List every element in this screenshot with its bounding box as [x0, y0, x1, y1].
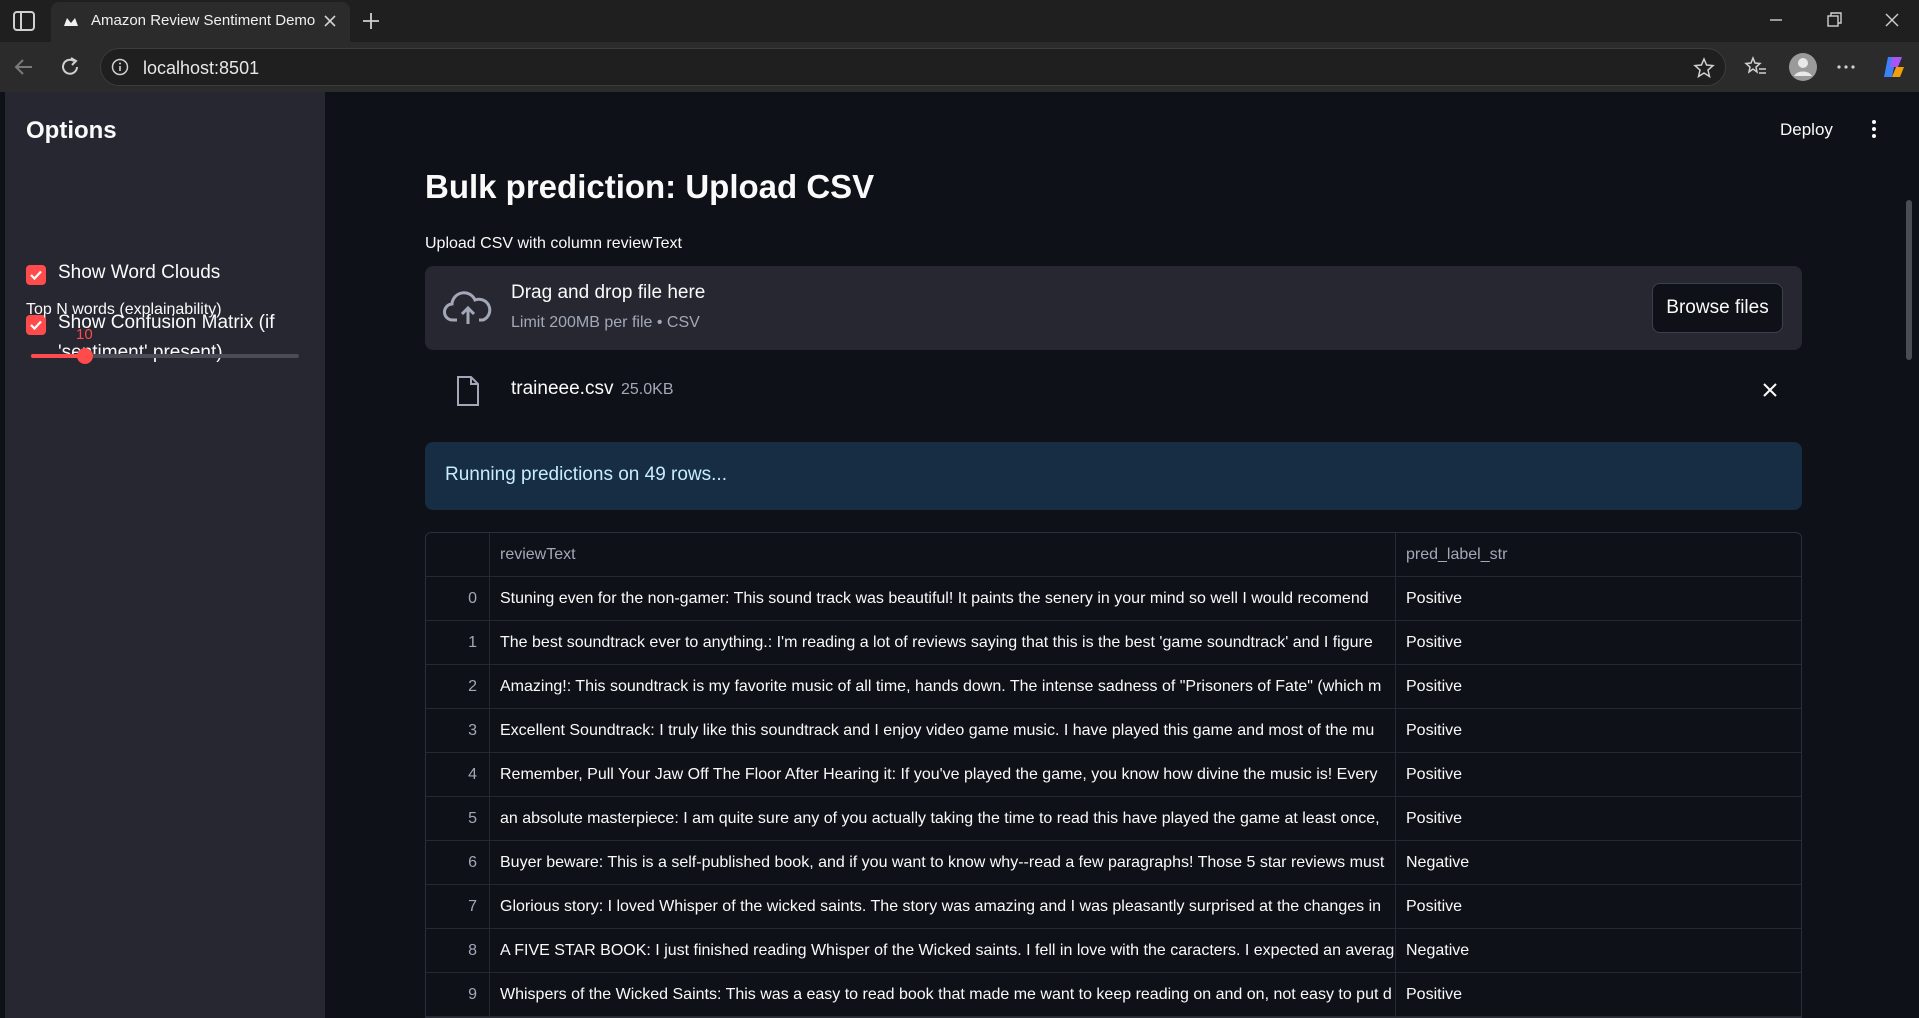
address-bar[interactable]: localhost:8501 [100, 48, 1726, 86]
row-index: 8 [426, 929, 490, 973]
table-row[interactable]: 0 Stuning even for the non-gamer: This s… [426, 577, 1801, 621]
checkbox-checked-icon[interactable] [26, 265, 46, 285]
browse-files-button[interactable]: Browse files [1652, 283, 1783, 333]
review-text-cell[interactable]: Amazing!: This soundtrack is my favorite… [490, 665, 1396, 709]
more-options-icon[interactable] [1834, 55, 1858, 79]
review-text-cell[interactable]: Remember, Pull Your Jaw Off The Floor Af… [490, 753, 1396, 797]
browser-toolbar: localhost:8501 [0, 42, 1919, 92]
table-row[interactable]: 5 an absolute masterpiece: I am quite su… [426, 797, 1801, 841]
remove-file-icon[interactable] [1760, 380, 1780, 400]
pred-label-cell[interactable]: Positive [1396, 885, 1801, 929]
new-tab-icon[interactable] [360, 10, 382, 32]
row-index: 1 [426, 621, 490, 665]
tab-title: Amazon Review Sentiment Demo [91, 12, 316, 29]
pred-label-cell[interactable]: Positive [1396, 973, 1801, 1017]
copilot-icon[interactable] [1880, 53, 1908, 81]
show-confusion-matrix-checkbox[interactable]: Show Confusion Matrix (if 'sentiment' pr… [26, 312, 288, 368]
profile-avatar-icon[interactable] [1788, 52, 1818, 82]
sidebar [5, 92, 325, 1018]
table-row[interactable]: 1 The best soundtrack ever to anything.:… [426, 621, 1801, 665]
uploader-label: Upload CSV with column reviewText [425, 235, 682, 252]
review-text-cell[interactable]: Buyer beware: This is a self-published b… [490, 841, 1396, 885]
predictions-dataframe[interactable]: reviewText pred_label_str 0 Stuning even… [425, 532, 1802, 1018]
table-row[interactable]: 2 Amazing!: This soundtrack is my favori… [426, 665, 1801, 709]
main-menu-icon[interactable] [1868, 118, 1880, 140]
slider-thumb[interactable] [76, 348, 93, 364]
sidebar-title: Options [26, 117, 117, 144]
slider-label: Top N words (explainability) [26, 301, 222, 318]
site-info-icon[interactable] [111, 58, 129, 76]
close-tab-icon[interactable] [322, 13, 338, 29]
row-index: 6 [426, 841, 490, 885]
review-text-cell[interactable]: an absolute masterpiece: I am quite sure… [490, 797, 1396, 841]
favorites-icon[interactable] [1744, 55, 1768, 79]
row-index: 0 [426, 577, 490, 621]
row-index: 3 [426, 709, 490, 753]
column-header-reviewtext[interactable]: reviewText [490, 533, 1396, 577]
table-row[interactable]: 4 Remember, Pull Your Jaw Off The Floor … [426, 753, 1801, 797]
close-window-icon[interactable] [1880, 8, 1904, 32]
page-scrollbar[interactable] [1906, 200, 1912, 360]
pred-label-cell[interactable]: Negative [1396, 841, 1801, 885]
minimize-icon[interactable] [1764, 8, 1788, 32]
dropzone-text: Drag and drop file here [511, 282, 706, 303]
pred-label-cell[interactable]: Negative [1396, 929, 1801, 973]
table-row[interactable]: 6 Buyer beware: This is a self-published… [426, 841, 1801, 885]
restore-icon[interactable] [1822, 8, 1846, 32]
reload-icon[interactable] [58, 55, 82, 79]
table-row[interactable]: 7 Glorious story: I loved Whisper of the… [426, 885, 1801, 929]
info-message: Running predictions on 49 rows... [445, 464, 727, 485]
streamlit-icon [64, 18, 78, 26]
url-text[interactable]: localhost:8501 [143, 58, 259, 79]
column-header-pred-label[interactable]: pred_label_str [1396, 533, 1801, 577]
dropzone-limit: Limit 200MB per file • CSV [511, 314, 700, 331]
pred-label-cell[interactable]: Positive [1396, 665, 1801, 709]
row-index: 7 [426, 885, 490, 929]
review-text-cell[interactable]: The best soundtrack ever to anything.: I… [490, 621, 1396, 665]
pred-label-cell[interactable]: Positive [1396, 709, 1801, 753]
show-word-clouds-checkbox[interactable]: Show Word Clouds [26, 262, 288, 288]
sidebar-toggle-icon[interactable] [12, 10, 36, 32]
back-icon[interactable] [12, 55, 36, 79]
pred-label-cell[interactable]: Positive [1396, 577, 1801, 621]
pred-label-cell[interactable]: Positive [1396, 797, 1801, 841]
row-index: 5 [426, 797, 490, 841]
info-alert: Running predictions on 49 rows... [425, 442, 1802, 510]
review-text-cell[interactable]: Whispers of the Wicked Saints: This was … [490, 973, 1396, 1017]
favorite-star-icon[interactable] [1693, 57, 1715, 79]
file-icon [457, 376, 479, 406]
review-text-cell[interactable]: Stuning even for the non-gamer: This sou… [490, 577, 1396, 621]
cloud-upload-icon [443, 291, 492, 324]
page-title: Bulk prediction: Upload CSV [425, 168, 875, 205]
review-text-cell[interactable]: Excellent Soundtrack: I truly like this … [490, 709, 1396, 753]
column-header-index[interactable] [426, 533, 490, 577]
review-text-cell[interactable]: Glorious story: I loved Whisper of the w… [490, 885, 1396, 929]
table-row[interactable]: 9 Whispers of the Wicked Saints: This wa… [426, 973, 1801, 1017]
pred-label-cell[interactable]: Positive [1396, 753, 1801, 797]
checkbox-label: Show Word Clouds [58, 262, 221, 283]
table-row[interactable]: 8 A FIVE STAR BOOK: I just finished read… [426, 929, 1801, 973]
table-row[interactable]: 3 Excellent Soundtrack: I truly like thi… [426, 709, 1801, 753]
file-dropzone[interactable]: Drag and drop file here Limit 200MB per … [425, 266, 1802, 350]
deploy-button[interactable]: Deploy [1780, 120, 1833, 140]
browser-tab-bar: Amazon Review Sentiment Demo [0, 0, 1919, 42]
row-index: 9 [426, 973, 490, 1017]
top-n-slider[interactable] [31, 348, 299, 364]
slider-value: 10 [76, 326, 93, 343]
uploaded-file-name: traineee.csv [511, 378, 614, 399]
row-index: 2 [426, 665, 490, 709]
row-index: 4 [426, 753, 490, 797]
uploaded-file-size: 25.0KB [621, 381, 674, 398]
table-header-row: reviewText pred_label_str [426, 533, 1801, 577]
browser-tab[interactable]: Amazon Review Sentiment Demo [51, 2, 350, 42]
review-text-cell[interactable]: A FIVE STAR BOOK: I just finished readin… [490, 929, 1396, 973]
pred-label-cell[interactable]: Positive [1396, 621, 1801, 665]
